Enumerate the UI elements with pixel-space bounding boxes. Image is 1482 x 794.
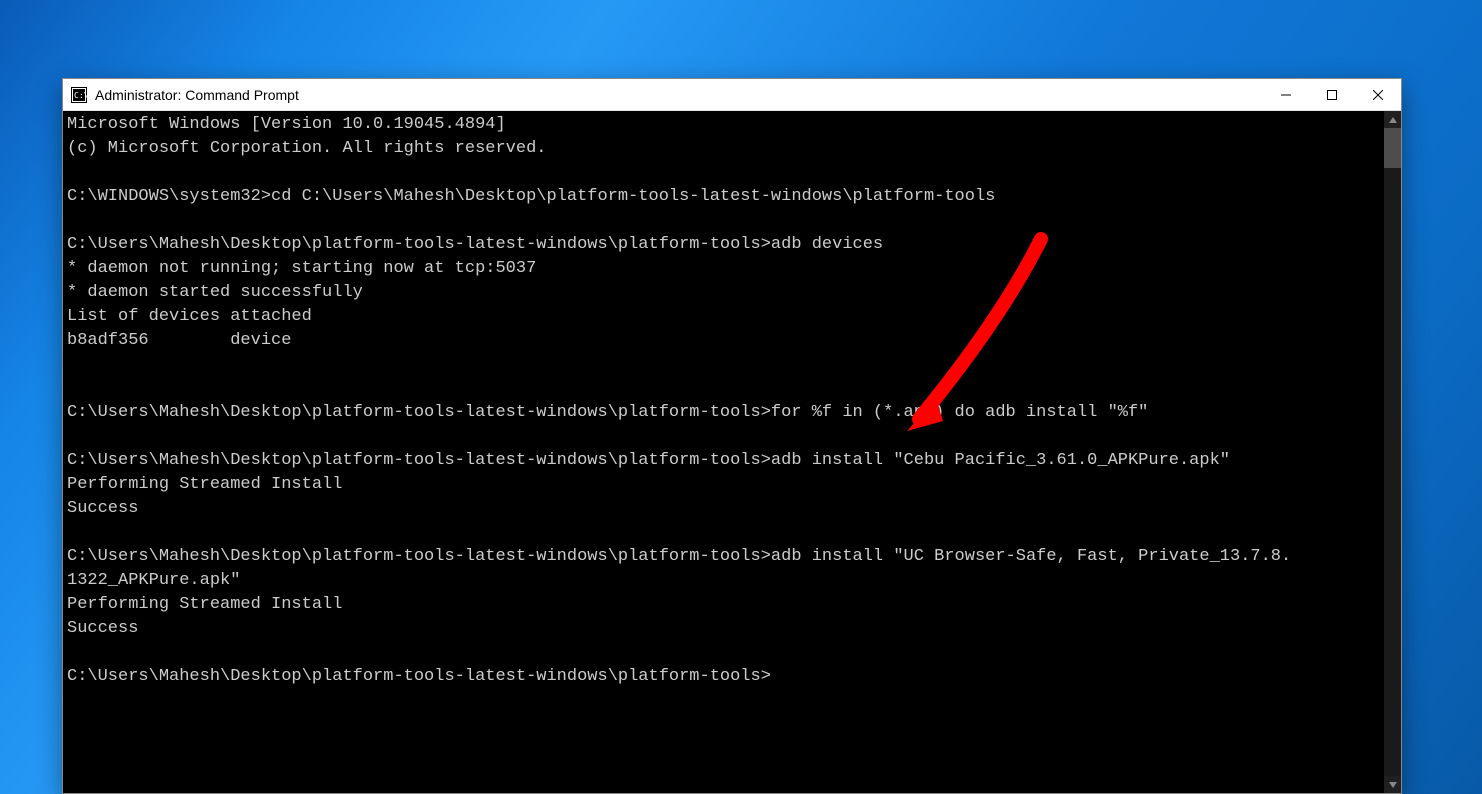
scroll-thumb[interactable] — [1384, 128, 1401, 168]
terminal-line: C:\Users\Mahesh\Desktop\platform-tools-l… — [67, 545, 1384, 569]
terminal-line: 1322_APKPure.apk" — [67, 569, 1384, 593]
terminal-line — [67, 353, 1384, 377]
svg-text:C:\: C:\ — [74, 91, 87, 100]
terminal-line: Microsoft Windows [Version 10.0.19045.48… — [67, 113, 1384, 137]
close-button[interactable] — [1355, 79, 1401, 111]
terminal-line — [67, 161, 1384, 185]
window-titlebar[interactable]: C:\ Administrator: Command Prompt — [63, 79, 1401, 111]
terminal-line — [67, 209, 1384, 233]
scroll-track[interactable] — [1384, 128, 1401, 776]
terminal-line: C:\Users\Mahesh\Desktop\platform-tools-l… — [67, 665, 1384, 689]
terminal-line: * daemon started successfully — [67, 281, 1384, 305]
terminal-line: C:\Users\Mahesh\Desktop\platform-tools-l… — [67, 401, 1384, 425]
terminal-line: Success — [67, 497, 1384, 521]
terminal-line: C:\Users\Mahesh\Desktop\platform-tools-l… — [67, 233, 1384, 257]
terminal-line — [67, 425, 1384, 449]
terminal-line: Performing Streamed Install — [67, 593, 1384, 617]
terminal-line — [67, 377, 1384, 401]
command-prompt-window: C:\ Administrator: Command Prompt Micros… — [62, 78, 1402, 794]
cmd-icon: C:\ — [71, 87, 87, 103]
terminal-line: b8adf356 device — [67, 329, 1384, 353]
terminal-line: (c) Microsoft Corporation. All rights re… — [67, 137, 1384, 161]
terminal-output[interactable]: Microsoft Windows [Version 10.0.19045.48… — [63, 111, 1384, 793]
minimize-button[interactable] — [1263, 79, 1309, 111]
terminal-line: Performing Streamed Install — [67, 473, 1384, 497]
terminal-line — [67, 521, 1384, 545]
terminal-line: * daemon not running; starting now at tc… — [67, 257, 1384, 281]
scroll-down-arrow-icon[interactable] — [1384, 776, 1401, 793]
terminal-line: List of devices attached — [67, 305, 1384, 329]
scroll-up-arrow-icon[interactable] — [1384, 111, 1401, 128]
maximize-button[interactable] — [1309, 79, 1355, 111]
terminal-line — [67, 641, 1384, 665]
window-title: Administrator: Command Prompt — [95, 87, 1263, 103]
terminal-line: C:\WINDOWS\system32>cd C:\Users\Mahesh\D… — [67, 185, 1384, 209]
terminal-line: Success — [67, 617, 1384, 641]
vertical-scrollbar[interactable] — [1384, 111, 1401, 793]
terminal-container: Microsoft Windows [Version 10.0.19045.48… — [63, 111, 1401, 793]
window-controls — [1263, 79, 1401, 110]
terminal-line: C:\Users\Mahesh\Desktop\platform-tools-l… — [67, 449, 1384, 473]
